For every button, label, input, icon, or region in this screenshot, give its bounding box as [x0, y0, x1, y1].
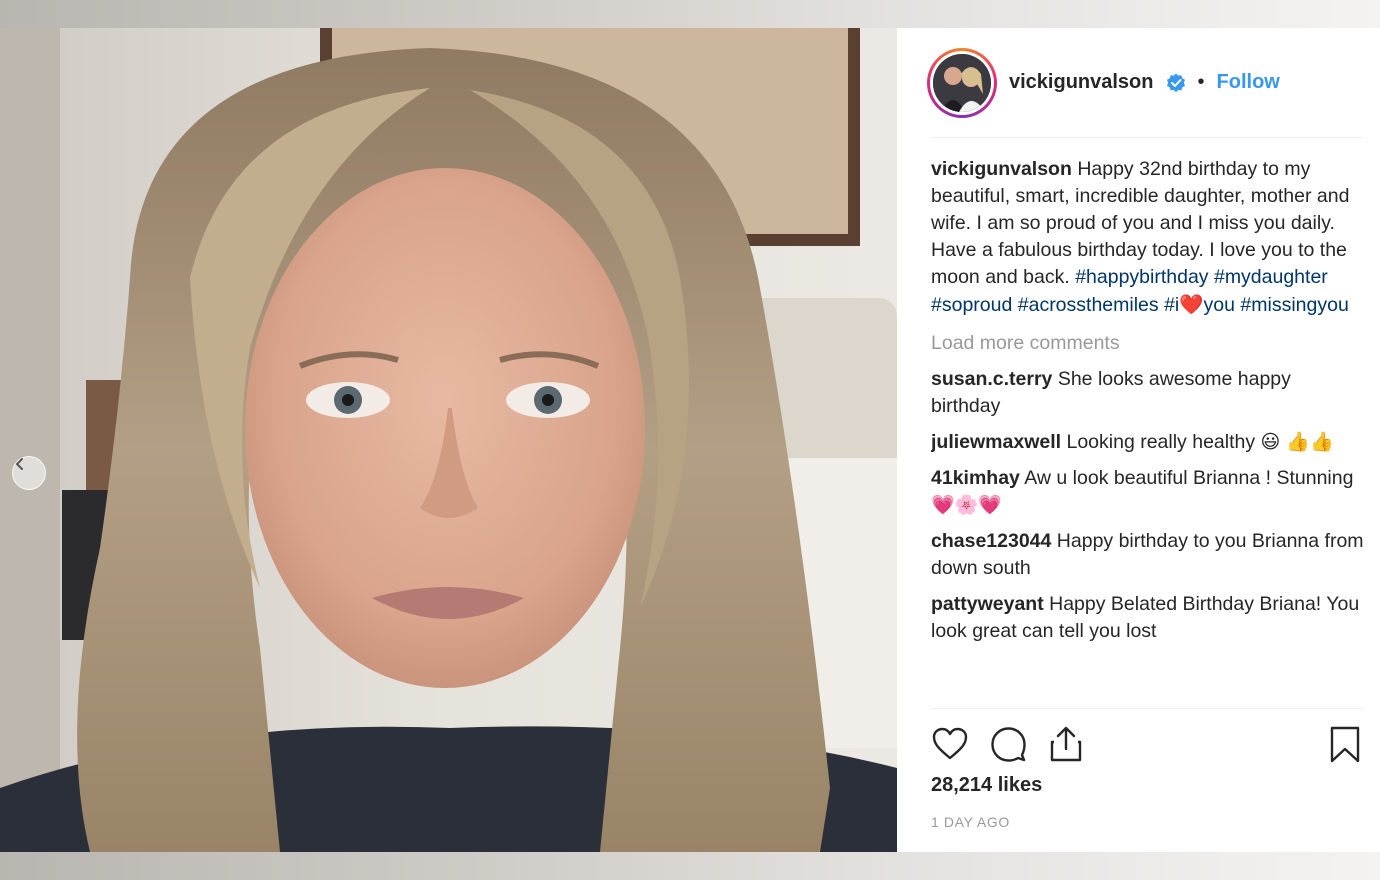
- hashtag-link[interactable]: #soproud: [931, 294, 1012, 316]
- likes-count[interactable]: 28,214 likes: [931, 774, 1042, 797]
- comment-emoji: 😃 👍👍: [1260, 431, 1334, 453]
- comment-text: Aw u look beautiful Brianna ! Stunning: [1024, 467, 1354, 489]
- post-side-panel: vickigunvalson • Follow vickigunvalson H…: [897, 28, 1380, 852]
- hashtag-link[interactable]: #mydaughter: [1214, 266, 1328, 288]
- comment-username[interactable]: susan.c.terry: [931, 368, 1052, 390]
- comment-text: Looking really healthy: [1066, 431, 1256, 453]
- action-bar: [931, 708, 1364, 778]
- post-header: vickigunvalson • Follow: [927, 28, 1364, 138]
- hashtag-link[interactable]: #acrossthemiles: [1018, 294, 1159, 316]
- comment: susan.c.terry She looks awesome happy bi…: [931, 366, 1364, 420]
- story-ring[interactable]: [927, 47, 997, 118]
- comment-emoji: 💗🌸💗: [931, 494, 1002, 516]
- red-heart-emoji: ❤️: [1179, 293, 1204, 316]
- instagram-post: vickigunvalson • Follow vickigunvalson H…: [0, 28, 1380, 852]
- chevron-left-icon: [15, 458, 23, 470]
- post-author-username[interactable]: vickigunvalson: [1009, 71, 1154, 94]
- hashtag-link[interactable]: #happybirthday: [1075, 266, 1208, 288]
- comment: juliewmaxwell Looking really healthy 😃 👍…: [931, 429, 1364, 456]
- carousel-prev-button[interactable]: [12, 456, 46, 490]
- comment: pattyweyant Happy Belated Birthday Brian…: [931, 591, 1364, 645]
- caption-word: you: [1203, 294, 1235, 316]
- selfie-illustration: [0, 28, 897, 852]
- background-strip-bottom: [0, 852, 1380, 880]
- follow-button[interactable]: Follow: [1217, 71, 1280, 94]
- post-timestamp: 1 DAY AGO: [931, 814, 1010, 830]
- comment: 41kimhay Aw u look beautiful Brianna ! S…: [931, 465, 1364, 519]
- post-caption: vickigunvalson Happy 32nd birthday to my…: [931, 156, 1364, 319]
- speech-bubble-icon[interactable]: [989, 725, 1027, 763]
- comment: chase123044 Happy birthday to you Briann…: [931, 528, 1364, 582]
- comment-username[interactable]: pattyweyant: [931, 593, 1044, 615]
- hashtag-link[interactable]: #i: [1164, 294, 1179, 316]
- heart-outline-icon[interactable]: [931, 725, 969, 763]
- comment-username[interactable]: 41kimhay: [931, 467, 1020, 489]
- post-photo: [0, 28, 897, 852]
- caption-author[interactable]: vickigunvalson: [931, 158, 1072, 180]
- comment-username[interactable]: juliewmaxwell: [931, 431, 1061, 453]
- separator-dot: •: [1197, 71, 1205, 93]
- load-more-comments-button[interactable]: Load more comments: [931, 332, 1364, 355]
- share-upload-icon[interactable]: [1047, 725, 1085, 763]
- hashtag-link[interactable]: #missingyou: [1240, 294, 1348, 316]
- comment-username[interactable]: chase123044: [931, 530, 1051, 552]
- comments-list: vickigunvalson Happy 32nd birthday to my…: [931, 138, 1364, 708]
- bookmark-icon[interactable]: [1326, 725, 1364, 763]
- background-strip-top: [0, 0, 1380, 28]
- avatar[interactable]: [933, 53, 991, 112]
- verified-badge-icon: [1166, 73, 1186, 93]
